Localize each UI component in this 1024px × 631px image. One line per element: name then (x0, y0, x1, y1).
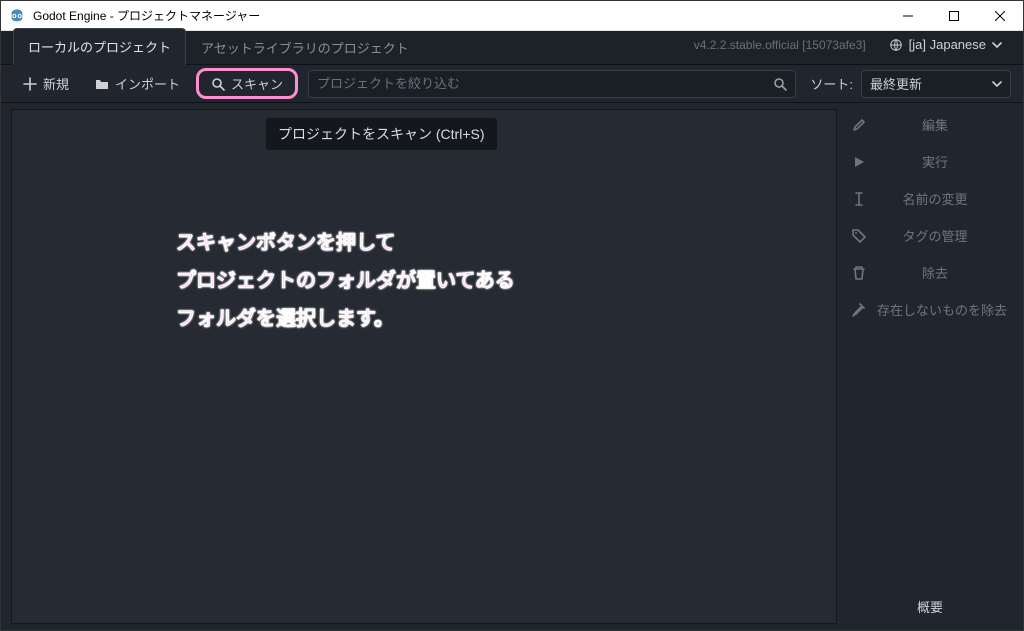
globe-icon (889, 38, 903, 52)
project-list-area: プロジェクトをスキャン (Ctrl+S) スキャンボタンを押して プロジェクトの… (11, 109, 837, 624)
button-label: インポート (115, 74, 180, 93)
filter-input[interactable] (317, 76, 767, 91)
sort-group: ソート: 最終更新 (810, 70, 1011, 98)
manage-tags-button[interactable]: タグの管理 (843, 218, 1017, 253)
annotation-text: スキャンボタンを押して プロジェクトのフォルダが置いてある フォルダを選択します… (176, 224, 515, 338)
top-bar: ローカルのプロジェクト アセットライブラリのプロジェクト v4.2.2.stab… (1, 31, 1023, 65)
sort-select[interactable]: 最終更新 (861, 70, 1011, 98)
language-selector[interactable]: [ja] Japanese (880, 32, 1011, 57)
window-title: Godot Engine - プロジェクトマネージャー (33, 7, 260, 24)
search-icon (773, 77, 787, 91)
annotation-line: スキャンボタンを押して (176, 232, 395, 254)
broom-icon (851, 303, 867, 317)
tab-asset-library[interactable]: アセットライブラリのプロジェクト (186, 29, 424, 65)
chevron-down-icon (992, 40, 1002, 50)
filter-search-field[interactable] (308, 70, 796, 98)
overview-label: 概要 (917, 600, 943, 615)
button-label: スキャン (231, 74, 283, 93)
sort-label: ソート: (810, 74, 853, 93)
main-area: プロジェクトをスキャン (Ctrl+S) スキャンボタンを押して プロジェクトの… (1, 103, 1023, 630)
run-button[interactable]: 実行 (843, 144, 1017, 179)
side-label: 名前の変更 (861, 189, 1009, 208)
minimize-button[interactable] (885, 1, 931, 31)
close-button[interactable] (977, 1, 1023, 31)
app-body: ローカルのプロジェクト アセットライブラリのプロジェクト v4.2.2.stab… (1, 31, 1023, 630)
remove-missing-button[interactable]: 存在しないものを除去 (843, 292, 1017, 327)
annotation-line: プロジェクトのフォルダが置いてある (176, 270, 515, 292)
titlebar: Godot Engine - プロジェクトマネージャー (1, 1, 1023, 31)
new-project-button[interactable]: 新規 (13, 69, 79, 98)
side-label: 実行 (861, 152, 1009, 171)
rename-button[interactable]: 名前の変更 (843, 181, 1017, 216)
button-label: 新規 (43, 74, 69, 93)
sort-selected: 最終更新 (870, 74, 922, 93)
side-panel: 編集 実行 名前の変更 (837, 103, 1023, 630)
version-label: v4.2.2.stable.official [15073afe3] (694, 38, 866, 52)
project-tabs: ローカルのプロジェクト アセットライブラリのプロジェクト (13, 31, 424, 64)
language-label: [ja] Japanese (909, 37, 986, 52)
side-label: 存在しないものを除去 (877, 300, 1009, 319)
app-window: Godot Engine - プロジェクトマネージャー ローカルのプロジェクト … (0, 0, 1024, 631)
folder-icon (95, 77, 109, 91)
chevron-down-icon (992, 79, 1002, 89)
toolbar: 新規 インポート スキャン ソート: (1, 65, 1023, 103)
plus-icon (23, 77, 37, 91)
side-label: 除去 (861, 263, 1009, 282)
import-button[interactable]: インポート (85, 69, 190, 98)
annotation-line: フォルダを選択します。 (176, 308, 394, 330)
tab-local-projects[interactable]: ローカルのプロジェクト (13, 28, 186, 65)
tab-label: アセットライブラリのプロジェクト (201, 41, 409, 56)
remove-button[interactable]: 除去 (843, 255, 1017, 290)
maximize-button[interactable] (931, 1, 977, 31)
overview-button[interactable]: 概要 (843, 587, 1017, 624)
side-label: タグの管理 (861, 226, 1009, 245)
search-icon (211, 77, 225, 91)
scan-button[interactable]: スキャン (196, 68, 298, 99)
scan-tooltip: プロジェクトをスキャン (Ctrl+S) (266, 118, 497, 150)
edit-button[interactable]: 編集 (843, 107, 1017, 142)
side-label: 編集 (861, 115, 1009, 134)
godot-logo-icon (9, 8, 25, 24)
tab-label: ローカルのプロジェクト (28, 40, 171, 55)
